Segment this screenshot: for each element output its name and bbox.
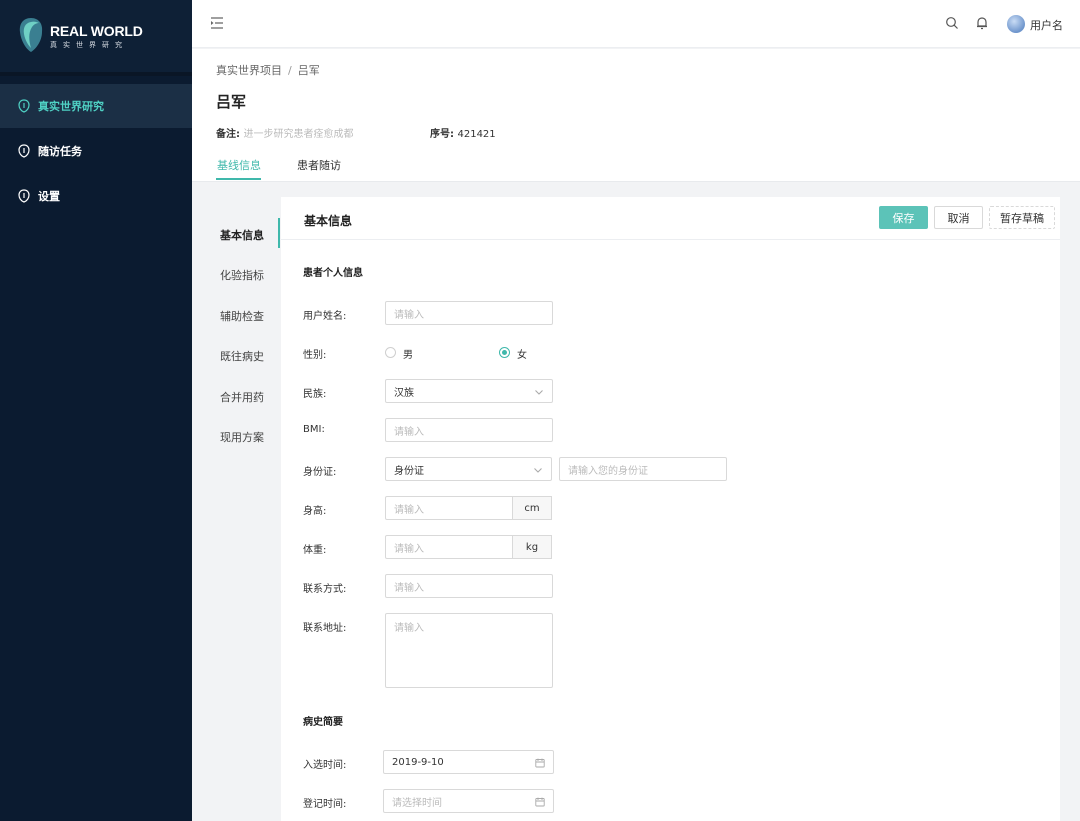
topbar: 用户名 xyxy=(192,0,1080,48)
enroll-date-value: 2019-9-10 xyxy=(392,756,444,768)
address-textarea[interactable]: 请输入 xyxy=(385,613,553,688)
register-date-placeholder: 请选择时间 xyxy=(392,797,442,809)
page-title: 吕军 xyxy=(216,93,247,111)
sidebar: REAL WORLD 真实世界研究 真实世界研究 随访任务 设置 xyxy=(0,0,192,821)
brand-title: REAL WORLD xyxy=(50,23,143,39)
nav-badge-icon xyxy=(18,189,30,203)
name-label: 用户姓名: xyxy=(303,311,347,322)
gender-female-label[interactable]: 女 xyxy=(517,346,527,361)
id-type-select[interactable]: 身份证 xyxy=(385,457,552,481)
gender-female-radio[interactable] xyxy=(499,347,510,358)
serial-value: 421421 xyxy=(457,129,496,140)
remark: 备注: 进一步研究患者痊愈成都 xyxy=(216,125,353,140)
sidebar-item-label: 真实世界研究 xyxy=(38,100,104,113)
group-title-personal: 患者个人信息 xyxy=(303,268,363,279)
card-header: 基本信息 保存 取消 暂存草稿 xyxy=(281,197,1060,240)
section-item-current-regimen[interactable]: 现用方案 xyxy=(220,429,264,445)
gender-male-radio[interactable] xyxy=(385,347,396,358)
remark-value: 进一步研究患者痊愈成都 xyxy=(243,129,354,140)
height-label: 身高: xyxy=(303,506,327,517)
gender-male-label[interactable]: 男 xyxy=(403,346,413,361)
serial-label: 序号: xyxy=(430,129,454,140)
height-unit: cm xyxy=(513,496,552,520)
save-draft-button[interactable]: 暂存草稿 xyxy=(989,206,1055,229)
calendar-icon xyxy=(535,797,545,807)
nav-badge-icon xyxy=(18,144,30,158)
bmi-label: BMI: xyxy=(303,424,325,435)
section-item-basic-info[interactable]: 基本信息 xyxy=(220,227,264,243)
name-input[interactable]: 请输入 xyxy=(385,301,553,325)
group-title-history: 病史简要 xyxy=(303,717,343,728)
cancel-button[interactable]: 取消 xyxy=(934,206,983,229)
breadcrumb-item-project[interactable]: 真实世界项目 xyxy=(216,64,282,77)
breadcrumb: 真实世界项目 / 吕军 xyxy=(216,62,320,78)
tab-baseline-info[interactable]: 基线信息 xyxy=(217,157,261,173)
id-label: 身份证: xyxy=(303,467,337,478)
ethnicity-select[interactable]: 汉族 xyxy=(385,379,553,403)
avatar[interactable] xyxy=(1007,15,1025,33)
page-header: 真实世界项目 / 吕军 吕军 备注: 进一步研究患者痊愈成都 序号: 421421 … xyxy=(192,49,1080,182)
address-label: 联系地址: xyxy=(303,623,347,634)
chevron-down-icon xyxy=(535,390,543,395)
remark-label: 备注: xyxy=(216,129,240,140)
brand-logo[interactable]: REAL WORLD 真实世界研究 xyxy=(0,0,192,76)
username[interactable]: 用户名 xyxy=(1030,17,1063,33)
brand-mark-icon xyxy=(19,18,43,52)
ethnicity-value: 汉族 xyxy=(394,387,414,399)
sidebar-item-label: 随访任务 xyxy=(38,145,82,158)
bmi-input[interactable]: 请输入 xyxy=(385,418,553,442)
section-item-auxiliary-exams[interactable]: 辅助检查 xyxy=(220,308,264,324)
weight-input[interactable]: 请输入 xyxy=(385,535,513,559)
serial-number: 序号: 421421 xyxy=(430,125,496,140)
save-button[interactable]: 保存 xyxy=(879,206,928,229)
sidebar-item-real-world-research[interactable]: 真实世界研究 xyxy=(0,84,192,128)
weight-unit: kg xyxy=(513,535,552,559)
section-menu: 基本信息 化验指标 辅助检查 既往病史 合并用药 现用方案 xyxy=(192,183,282,821)
section-active-indicator xyxy=(278,218,280,248)
contact-label: 联系方式: xyxy=(303,584,347,595)
weight-label: 体重: xyxy=(303,545,327,556)
enroll-date-label: 入选时间: xyxy=(303,760,347,771)
register-date-label: 登记时间: xyxy=(303,799,347,810)
ethnicity-label: 民族: xyxy=(303,389,327,400)
chevron-down-icon xyxy=(534,468,542,473)
id-type-value: 身份证 xyxy=(394,465,424,477)
sidebar-item-label: 设置 xyxy=(38,190,60,203)
section-item-lab-indicators[interactable]: 化验指标 xyxy=(220,267,264,283)
gender-label: 性别: xyxy=(303,350,327,361)
card-title: 基本信息 xyxy=(304,214,353,228)
register-date-picker[interactable]: 请选择时间 xyxy=(383,789,554,813)
breadcrumb-separator: / xyxy=(288,64,292,77)
brand-subtitle: 真实世界研究 xyxy=(50,41,128,49)
contact-input[interactable]: 请输入 xyxy=(385,574,553,598)
id-number-input[interactable]: 请输入您的身份证 xyxy=(559,457,727,481)
bell-icon[interactable] xyxy=(975,16,989,30)
section-item-medical-history[interactable]: 既往病史 xyxy=(220,348,264,364)
nav-badge-icon xyxy=(18,99,30,113)
sidebar-item-settings[interactable]: 设置 xyxy=(0,174,192,218)
menu-fold-icon[interactable] xyxy=(210,16,224,30)
search-icon[interactable] xyxy=(945,16,959,30)
basic-info-card: 基本信息 保存 取消 暂存草稿 患者个人信息 用户姓名: 请输入 性别: 男 女… xyxy=(281,197,1060,821)
height-input[interactable]: 请输入 xyxy=(385,496,513,520)
tab-patient-follow-up[interactable]: 患者随访 xyxy=(297,157,341,173)
calendar-icon xyxy=(535,758,545,768)
sidebar-item-follow-up-tasks[interactable]: 随访任务 xyxy=(0,129,192,173)
section-item-concomitant-meds[interactable]: 合并用药 xyxy=(220,389,264,405)
tab-active-indicator xyxy=(216,178,261,180)
enroll-date-picker[interactable]: 2019-9-10 xyxy=(383,750,554,774)
breadcrumb-item-current: 吕军 xyxy=(297,64,320,77)
